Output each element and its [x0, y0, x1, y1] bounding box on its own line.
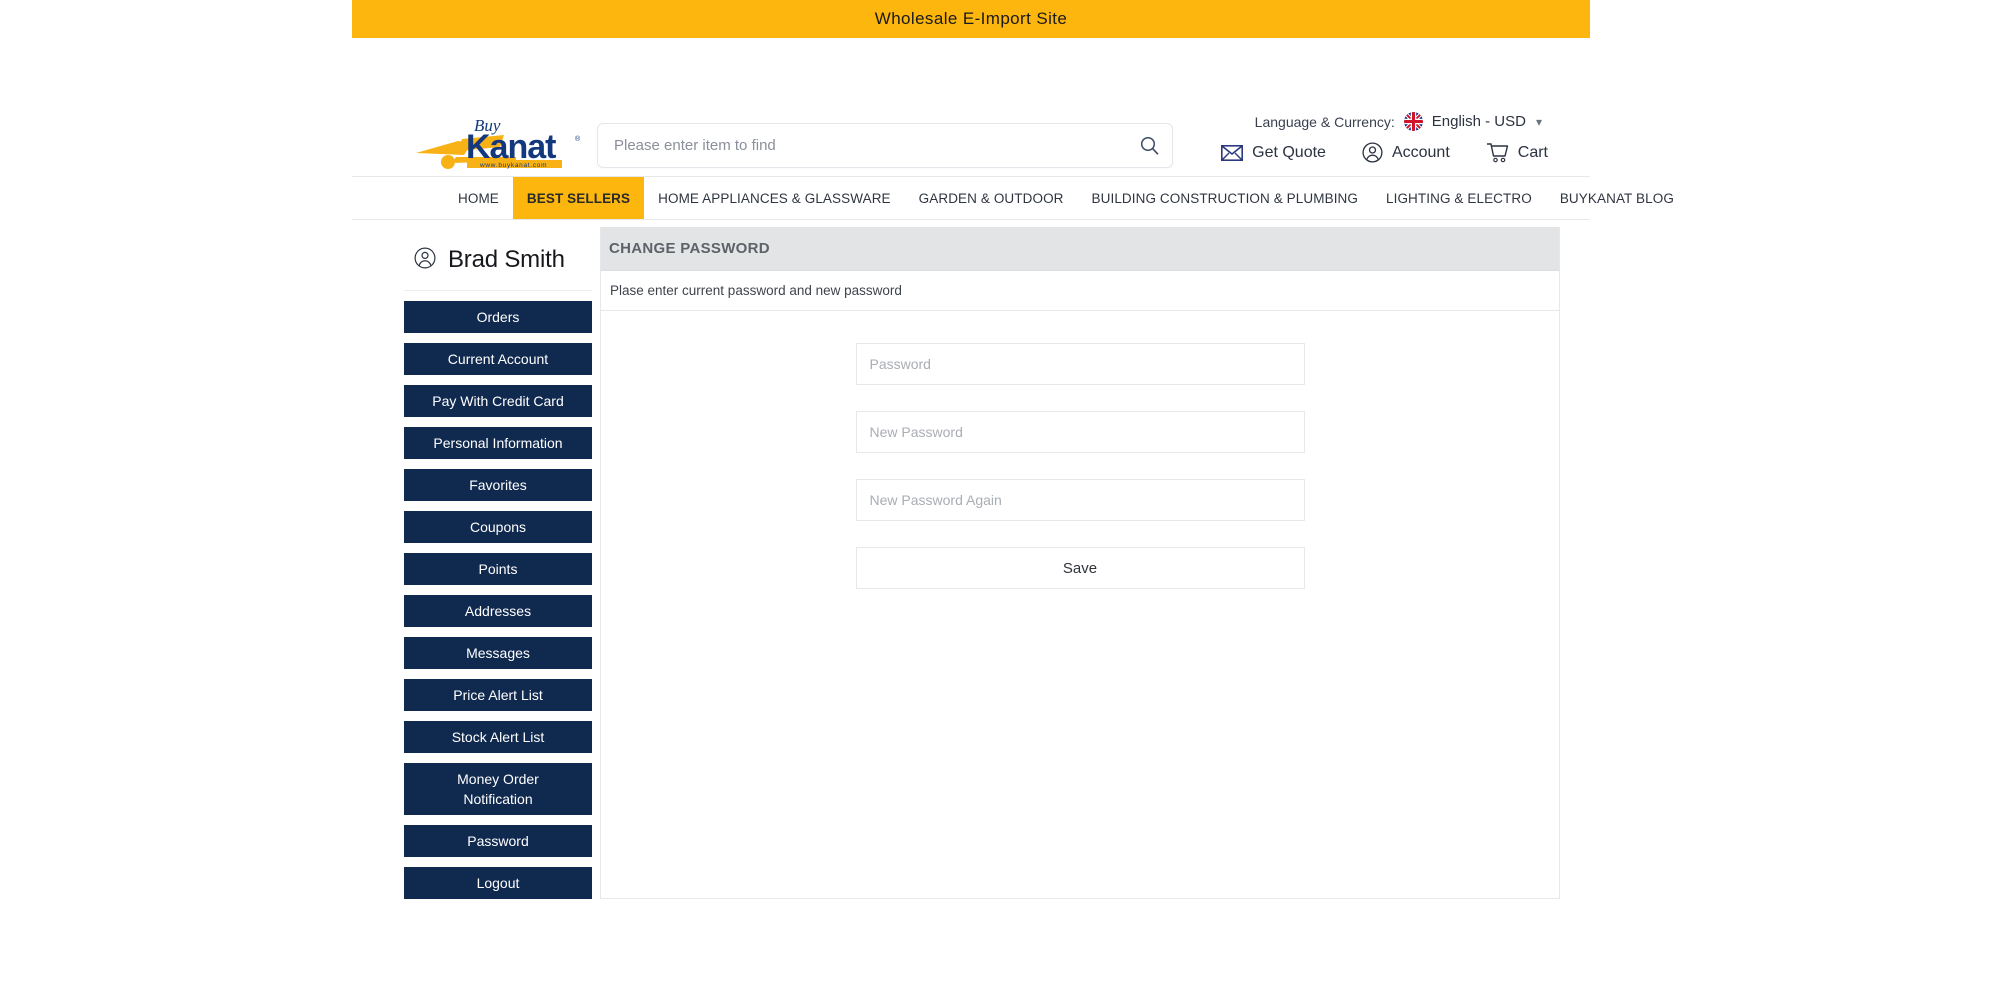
- nav-item-home-appliances-glassware[interactable]: HOME APPLIANCES & GLASSWARE: [644, 177, 905, 219]
- search-submit-button[interactable]: [1126, 124, 1172, 167]
- page-content: Brad Smith Orders Current Account Pay Wi…: [352, 220, 1590, 899]
- nav-item-buykanat-blog[interactable]: BUYKANAT BLOG: [1546, 177, 1688, 219]
- page-title: CHANGE PASSWORD: [609, 240, 770, 257]
- current-password-input[interactable]: [856, 344, 1304, 384]
- sidebar-item-pay-with-credit-card[interactable]: Pay With Credit Card: [404, 385, 592, 417]
- get-quote-button[interactable]: Get Quote: [1221, 144, 1326, 162]
- buykanat-logo[interactable]: Buy Kanat ® www.buykanat.com: [412, 113, 587, 169]
- new-password-input[interactable]: [856, 412, 1304, 452]
- top-promo-banner: Wholesale E-Import Site: [352, 0, 1590, 38]
- sidebar-item-current-account[interactable]: Current Account: [404, 343, 592, 375]
- save-button[interactable]: Save: [855, 547, 1305, 589]
- sidebar-item-points[interactable]: Points: [404, 553, 592, 585]
- language-currency-label: Language & Currency:: [1254, 113, 1395, 130]
- panel-instruction: Plase enter current password and new pas…: [601, 271, 1559, 311]
- sidebar-item-messages[interactable]: Messages: [404, 637, 592, 669]
- chevron-down-icon: ▾: [1535, 114, 1542, 129]
- cart-button[interactable]: Cart: [1486, 142, 1548, 163]
- language-currency-value: English - USD: [1431, 113, 1526, 130]
- main-navigation: HOME BEST SELLERS HOME APPLIANCES & GLAS…: [352, 176, 1674, 220]
- uk-flag-icon: [1403, 112, 1423, 131]
- sidebar-item-money-order-notification[interactable]: Money Order Notification: [404, 763, 592, 815]
- search-bar[interactable]: [597, 123, 1173, 168]
- sidebar-item-price-alert-list[interactable]: Price Alert List: [404, 679, 592, 711]
- search-input[interactable]: [598, 137, 1126, 154]
- sidebar-item-orders[interactable]: Orders: [404, 301, 592, 333]
- sidebar-item-personal-information[interactable]: Personal Information: [404, 427, 592, 459]
- nav-item-building-construction-plumbing[interactable]: BUILDING CONSTRUCTION & PLUMBING: [1078, 177, 1372, 219]
- account-button[interactable]: Account: [1362, 142, 1450, 163]
- shopping-cart-icon: [1486, 142, 1509, 163]
- header-actions: Get Quote Account Cart: [1221, 142, 1548, 163]
- new-password-field[interactable]: [855, 411, 1305, 453]
- search-icon: [1140, 136, 1158, 155]
- user-circle-icon: [1362, 142, 1383, 163]
- site-container: Wholesale E-Import Site Buy Kanat ® www.…: [352, 0, 1674, 1000]
- top-promo-text: Wholesale E-Import Site: [874, 9, 1068, 28]
- sidebar-item-addresses[interactable]: Addresses: [404, 595, 592, 627]
- sidebar-user: Brad Smith: [404, 238, 592, 291]
- sidebar-item-label-line1: Money Order: [457, 770, 539, 787]
- account-sidebar: Brad Smith Orders Current Account Pay Wi…: [404, 220, 592, 899]
- language-currency-selector[interactable]: Language & Currency: English - USD ▾: [1255, 112, 1542, 131]
- page-root: Wholesale E-Import Site Buy Kanat ® www.…: [0, 0, 2000, 1000]
- site-header: Buy Kanat ® www.buykanat.com Please ente…: [352, 38, 1590, 176]
- sidebar-item-logout[interactable]: Logout: [404, 867, 592, 899]
- svg-text:®: ®: [575, 135, 581, 143]
- change-password-form: Save: [601, 311, 1559, 623]
- current-password-field[interactable]: [855, 343, 1305, 385]
- get-quote-label: Get Quote: [1252, 143, 1326, 161]
- nav-item-home[interactable]: HOME: [444, 177, 513, 219]
- sidebar-item-label-line2: Notification: [463, 791, 533, 807]
- user-circle-icon: [414, 247, 436, 274]
- panel-header: CHANGE PASSWORD: [601, 227, 1559, 271]
- account-label: Account: [1391, 143, 1450, 161]
- sidebar-item-coupons[interactable]: Coupons: [404, 511, 592, 543]
- change-password-panel: CHANGE PASSWORD Plase enter current pass…: [600, 227, 1560, 899]
- sidebar-item-favorites[interactable]: Favorites: [404, 469, 592, 501]
- nav-item-best-sellers[interactable]: BEST SELLERS: [512, 177, 645, 219]
- panel-instruction-text: Plase enter current password and new pas…: [610, 283, 902, 298]
- new-password-again-input[interactable]: [856, 480, 1304, 520]
- svg-text:www.buykanat.com: www.buykanat.com: [479, 162, 547, 169]
- sidebar-item-stock-alert-list[interactable]: Stock Alert List: [404, 721, 592, 753]
- envelope-icon: [1221, 144, 1244, 161]
- nav-item-garden-outdoor[interactable]: GARDEN & OUTDOOR: [905, 177, 1078, 219]
- sidebar-user-name: Brad Smith: [448, 246, 565, 273]
- sidebar-item-password[interactable]: Password: [404, 825, 592, 857]
- nav-item-lighting-electro[interactable]: LIGHTING & ELECTRO: [1372, 177, 1546, 219]
- new-password-again-field[interactable]: [855, 479, 1305, 521]
- cart-label: Cart: [1517, 143, 1548, 161]
